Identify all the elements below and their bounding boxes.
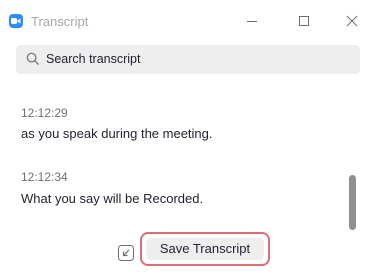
- scrollbar-thumb[interactable]: [349, 175, 356, 230]
- maximize-icon: [299, 16, 309, 26]
- maximize-button[interactable]: [294, 11, 314, 31]
- save-transcript-button[interactable]: Save Transcript: [140, 232, 270, 266]
- search-input[interactable]: Search transcript: [16, 45, 360, 74]
- save-transcript-label: Save Transcript: [146, 238, 264, 260]
- export-button[interactable]: [116, 243, 136, 263]
- title-bar: Transcript: [0, 0, 369, 44]
- entry-timestamp: 12:12:29: [21, 106, 68, 120]
- transcript-list[interactable]: 12:12:29 as you speak during the meeting…: [0, 90, 369, 230]
- minimize-icon: [247, 21, 257, 22]
- close-button[interactable]: [342, 11, 362, 31]
- export-icon: [118, 245, 134, 261]
- entry-timestamp: 12:12:34: [21, 170, 68, 184]
- search-icon: [26, 52, 40, 66]
- search-placeholder: Search transcript: [46, 52, 141, 66]
- entry-text: as you speak during the meeting.: [21, 126, 213, 141]
- window-title: Transcript: [31, 14, 89, 29]
- close-icon: [346, 15, 358, 27]
- zoom-app-icon: [9, 14, 23, 28]
- minimize-button[interactable]: [242, 11, 262, 31]
- entry-text: What you say will be Recorded.: [21, 191, 204, 206]
